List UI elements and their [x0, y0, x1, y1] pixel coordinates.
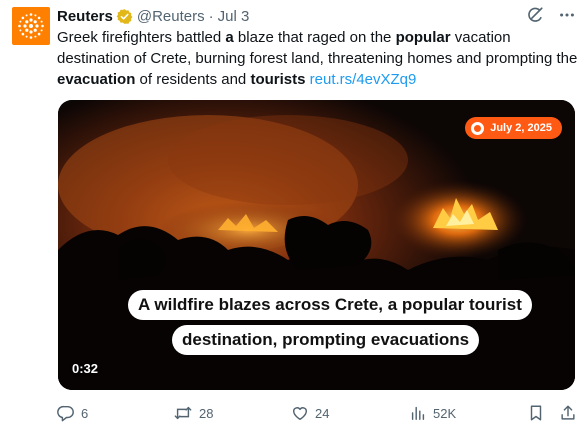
reply-button[interactable]: 6 — [57, 402, 88, 424]
tweet-text-bold-segment: evacuation — [57, 71, 136, 88]
views-button[interactable]: 52K — [409, 402, 456, 424]
verified-badge-icon[interactable] — [116, 8, 133, 25]
reply-count: 6 — [81, 405, 89, 421]
author-handle[interactable]: @Reuters — [137, 8, 205, 25]
bookmark-icon — [530, 405, 542, 421]
tweet-text: Greek firefighters battled a blaze that … — [57, 27, 579, 90]
date-badge: July 2, 2025 — [465, 117, 562, 139]
tweet-text-bold-segment: tourists — [250, 71, 306, 88]
tweet-text-bold-segment: popular — [395, 29, 451, 46]
bookmark-button[interactable] — [527, 402, 545, 424]
like-icon — [292, 407, 308, 421]
like-count: 24 — [315, 405, 330, 421]
video-duration: 0:32 — [72, 361, 99, 376]
author-name[interactable]: Reuters — [57, 8, 113, 25]
share-button[interactable] — [559, 402, 577, 424]
separator-dot: · — [208, 7, 214, 25]
date-badge-text: July 2, 2025 — [490, 122, 552, 134]
avatar[interactable] — [12, 7, 50, 45]
views-icon — [411, 406, 425, 421]
video-caption-line-1: A wildfire blazes across Crete, a popula… — [128, 290, 532, 320]
reuters-badge-icon — [471, 121, 485, 135]
more-icon[interactable] — [558, 6, 576, 24]
tweet-text-bold-segment: a — [225, 29, 234, 46]
video-caption-line-2: destination, prompting evacuations — [172, 325, 480, 355]
share-icon — [561, 405, 575, 420]
action-bar: 6 28 24 52K — [57, 402, 579, 424]
views-count: 52K — [433, 405, 457, 421]
tweet-date[interactable]: Jul 3 — [218, 8, 250, 25]
grok-icon[interactable] — [526, 6, 544, 24]
repost-count: 28 — [199, 405, 214, 421]
video-player[interactable]: July 2, 2025 A wildfire blazes across Cr… — [58, 100, 575, 390]
reuters-logo-icon — [18, 13, 44, 39]
like-button[interactable]: 24 — [291, 402, 329, 424]
top-actions — [526, 6, 576, 24]
repost-icon — [174, 406, 192, 420]
repost-button[interactable]: 28 — [173, 402, 213, 424]
tweet-text-segment: Greek firefighters battled — [57, 29, 226, 46]
reply-icon — [57, 405, 74, 422]
tweet-header: Reuters @Reuters · Jul 3 — [57, 6, 249, 26]
tweet-text-segment: of residents and — [135, 71, 251, 88]
tweet-link[interactable]: reut.rs/4evXZq9 — [310, 71, 417, 88]
tweet-text-segment: blaze that raged on the — [233, 29, 396, 46]
